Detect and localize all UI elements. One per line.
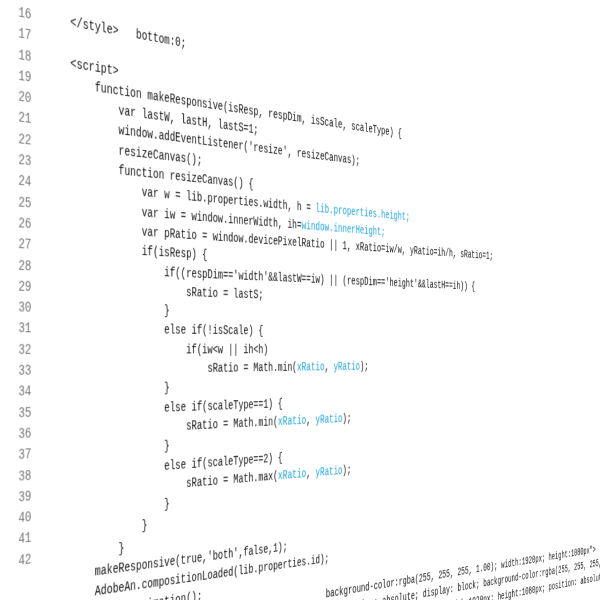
line-text: if(iw<w || ih<h) — [45, 341, 268, 362]
line-text: else if(!isScale) { — [45, 320, 263, 342]
line-number: 27 — [0, 234, 45, 258]
line-number: 32 — [0, 341, 45, 362]
line-number — [0, 582, 45, 588]
line-text: } — [45, 299, 170, 322]
code-viewport: 16 </style> bottom:0;1718 <script>19 fun… — [0, 0, 600, 600]
code-block: 16 </style> bottom:0;1718 <script>19 fun… — [0, 0, 592, 600]
line-number: 29 — [0, 277, 45, 300]
line-number: 35 — [0, 403, 45, 426]
line-number: 31 — [0, 319, 45, 340]
line-number: 30 — [0, 298, 45, 320]
line-number: 34 — [0, 382, 45, 404]
line-number: 28 — [0, 256, 45, 279]
line-number: 33 — [0, 362, 45, 384]
line-number: 26 — [0, 213, 45, 237]
line-number: 36 — [0, 424, 45, 447]
